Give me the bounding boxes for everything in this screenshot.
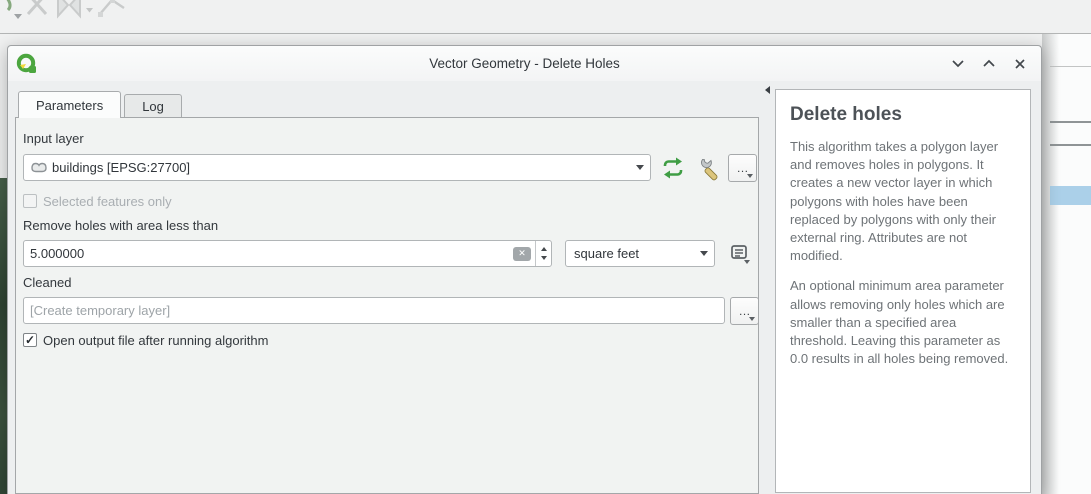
unshade-button[interactable] — [978, 53, 1000, 75]
clear-value-icon[interactable]: ✕ — [513, 247, 531, 261]
min-area-input[interactable] — [24, 246, 513, 261]
spinner-buttons[interactable] — [535, 241, 551, 266]
tab-parameters[interactable]: Parameters — [18, 91, 121, 118]
output-field[interactable] — [23, 297, 725, 324]
min-area-spinbox[interactable]: ✕ — [23, 240, 552, 267]
selected-features-checkbox[interactable] — [23, 194, 37, 208]
spin-up-icon[interactable] — [541, 247, 547, 251]
input-layer-value: buildings [EPSG:27700] — [52, 160, 190, 175]
input-layer-combobox[interactable]: buildings [EPSG:27700] — [23, 154, 651, 181]
digitizing-toolbar-icons[interactable] — [0, 0, 200, 32]
background-window-edge — [1042, 34, 1091, 494]
dialog-title: Vector Geometry - Delete Holes — [8, 46, 1041, 81]
iterate-over-layer-button[interactable] — [660, 155, 686, 181]
polygon-layer-icon — [30, 161, 48, 174]
input-layer-options-button[interactable]: … — [728, 154, 757, 182]
iterate-icon — [661, 157, 685, 179]
dialog-titlebar[interactable]: Vector Geometry - Delete Holes — [8, 46, 1041, 81]
screen: Vector Geometry - Delete Holes Parameter… — [0, 0, 1091, 494]
open-output-checkbox[interactable]: ✓ — [23, 333, 37, 347]
dropdown-corner-icon — [747, 174, 753, 178]
units-combobox[interactable]: square feet — [565, 240, 715, 267]
chevron-down-icon — [694, 251, 714, 256]
input-layer-label: Input layer — [23, 131, 84, 146]
background-toolbar — [0, 0, 200, 32]
help-panel: Delete holes This algorithm takes a poly… — [775, 89, 1031, 493]
min-area-label: Remove holes with area less than — [23, 218, 218, 233]
background-row-divider — [1050, 121, 1091, 123]
ellipsis-label: … — [739, 304, 751, 318]
output-input[interactable] — [24, 303, 724, 318]
tab-log[interactable]: Log — [124, 94, 182, 117]
units-value: square feet — [566, 246, 639, 261]
dropdown-corner-icon — [749, 317, 755, 321]
background-row-divider — [1050, 66, 1091, 67]
collapse-help-arrow[interactable] — [765, 86, 770, 94]
output-label: Cleaned — [23, 275, 71, 290]
help-paragraph-1: This algorithm takes a polygon layer and… — [790, 138, 1016, 265]
toolbar-divider — [0, 33, 1091, 34]
output-options-button[interactable]: … — [730, 297, 759, 325]
selected-features-label: Selected features only — [43, 194, 172, 209]
map-canvas-edge — [0, 178, 7, 494]
parameters-panel: Input layer buildings [EPSG:27700] — [15, 117, 759, 494]
help-paragraph-2: An optional minimum area parameter allow… — [790, 277, 1016, 368]
chevron-down-icon — [630, 165, 650, 170]
wrench-icon — [700, 157, 724, 181]
ellipsis-label: … — [737, 161, 749, 175]
tab-bar: Parameters Log — [18, 91, 182, 117]
data-defined-override-button[interactable] — [727, 241, 753, 267]
background-selected-row — [1050, 186, 1091, 205]
expression-menu-icon — [728, 242, 752, 266]
help-title: Delete holes — [790, 104, 1016, 126]
spin-down-icon[interactable] — [541, 256, 547, 260]
delete-holes-dialog: Vector Geometry - Delete Holes Parameter… — [7, 45, 1042, 494]
close-button[interactable] — [1009, 53, 1031, 75]
shade-button[interactable] — [947, 53, 969, 75]
background-row-divider — [1050, 144, 1091, 146]
open-output-label: Open output file after running algorithm — [43, 333, 268, 348]
advanced-options-button[interactable] — [699, 156, 725, 182]
